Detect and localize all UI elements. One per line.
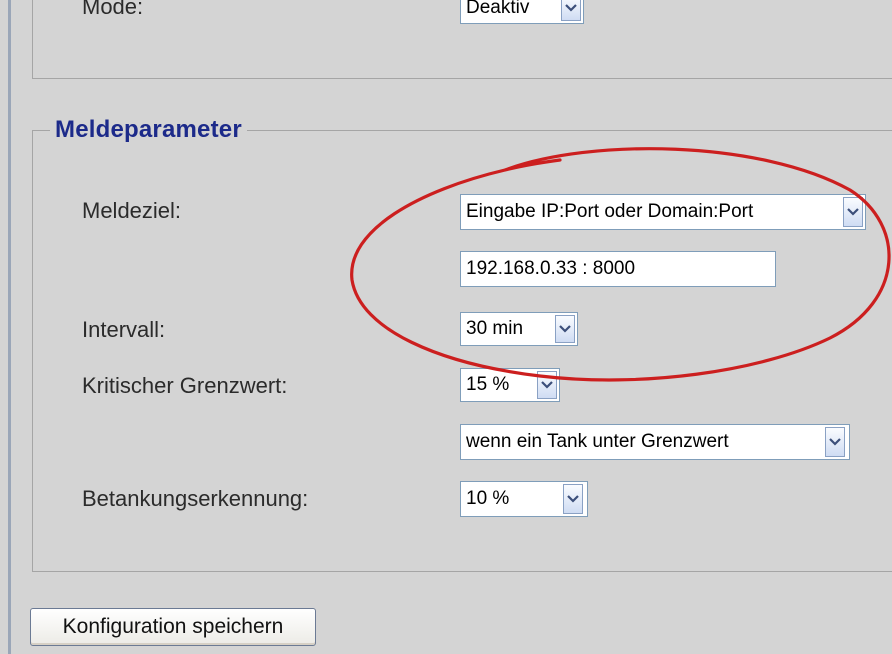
mode-label: Mode: [82, 0, 144, 19]
chevron-down-icon[interactable] [843, 197, 863, 227]
mode-select-value: Deaktiv [466, 0, 530, 18]
intervall-select[interactable]: 30 min [460, 312, 578, 346]
condition-select-value: wenn ein Tank unter Grenzwert [466, 431, 729, 452]
grenzwert-select-value: 15 % [466, 374, 510, 395]
chevron-down-icon[interactable] [825, 427, 845, 457]
chevron-down-icon[interactable] [555, 315, 575, 343]
mode-select[interactable]: Deaktiv [460, 0, 584, 24]
intervall-select-value: 30 min [466, 318, 524, 339]
intervall-label: Intervall: [82, 317, 166, 342]
meldeparameter-legend: Meldeparameter [50, 116, 247, 144]
address-input[interactable]: 192.168.0.33 : 8000 [460, 251, 776, 287]
save-configuration-button[interactable]: Konfiguration speichern [30, 608, 316, 646]
chevron-down-icon[interactable] [561, 0, 581, 21]
meldeziel-select-value: Eingabe IP:Port oder Domain:Port [466, 201, 754, 222]
betankung-select[interactable]: 10 % [460, 481, 588, 517]
condition-select[interactable]: wenn ein Tank unter Grenzwert [460, 424, 850, 460]
window-left-border [8, 0, 11, 654]
betankung-label: Betankungserkennung: [82, 486, 309, 511]
meldeziel-select[interactable]: Eingabe IP:Port oder Domain:Port [460, 194, 866, 230]
betankung-select-value: 10 % [466, 488, 510, 509]
chevron-down-icon[interactable] [563, 484, 583, 514]
meldeziel-label: Meldeziel: [82, 198, 182, 223]
chevron-down-icon[interactable] [537, 371, 557, 399]
grenzwert-label: Kritischer Grenzwert: [82, 373, 288, 398]
grenzwert-select[interactable]: 15 % [460, 368, 560, 402]
